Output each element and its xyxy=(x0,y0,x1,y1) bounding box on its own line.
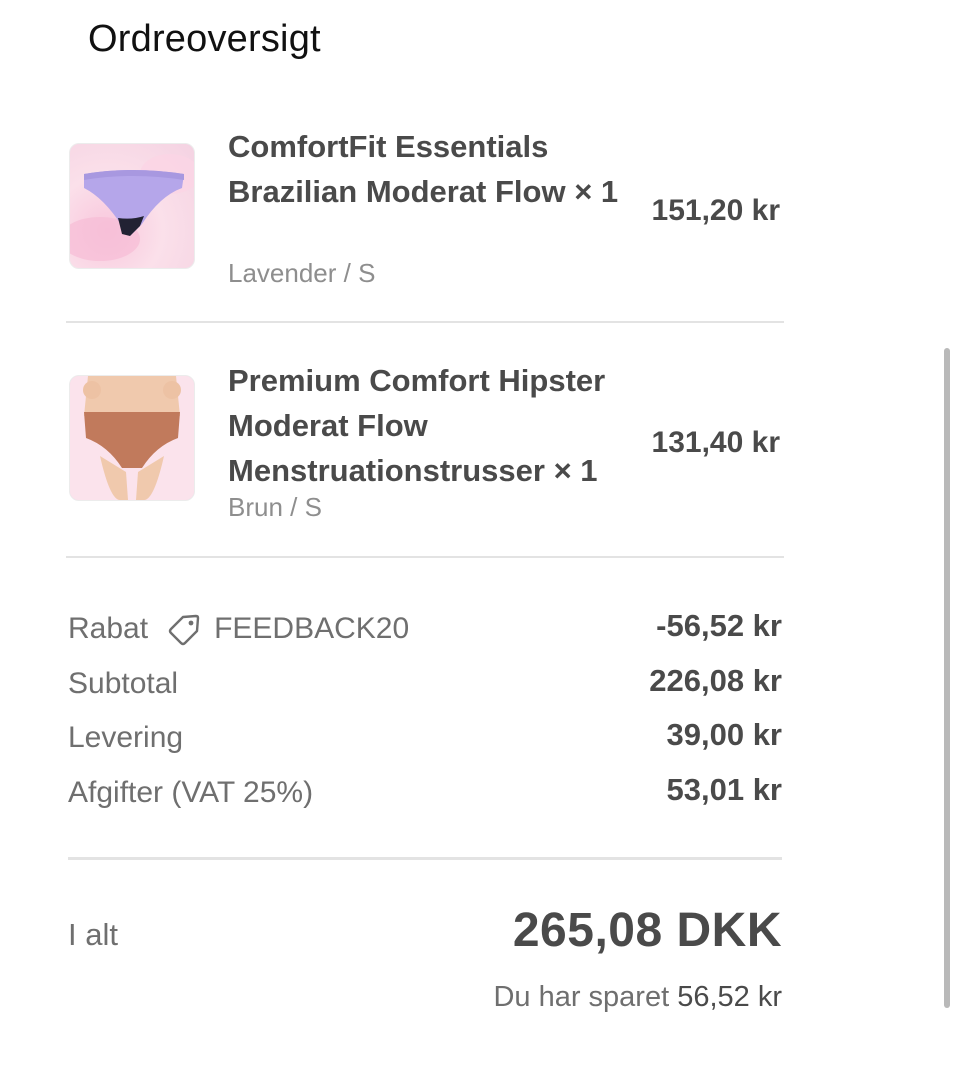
product-name: Premium Comfort Hipster Moderat Flow Men… xyxy=(228,363,606,488)
taxes-value: 53,01 kr xyxy=(666,772,783,807)
product-variant: Brun / S xyxy=(228,492,322,522)
shipping-value: 39,00 kr xyxy=(666,717,783,752)
savings-note: Du har sparet 56,52 kr xyxy=(493,981,782,1014)
taxes-row: Afgifter (VAT 25%) 53,01 kr xyxy=(68,772,782,816)
total-value: 265,08 DKK xyxy=(512,904,782,957)
discount-row: Rabat FEEDBACK20 -56,52 kr xyxy=(68,608,782,652)
total-label: I alt xyxy=(68,917,118,952)
lavender-brief-icon xyxy=(70,154,194,261)
product-thumbnail xyxy=(69,143,195,269)
page-title: Ordreoversigt xyxy=(88,18,321,60)
subtotal-label: Subtotal xyxy=(68,667,179,700)
product-thumbnail xyxy=(69,375,195,501)
product-variant: Lavender / S xyxy=(228,258,376,288)
product-price: 151,20 kr xyxy=(651,194,780,227)
discount-label: Rabat xyxy=(68,612,149,645)
product-name: ComfortFit Essentials Brazilian Moderat … xyxy=(228,129,619,209)
product-price: 131,40 kr xyxy=(651,426,780,459)
shipping-row: Levering 39,00 kr xyxy=(68,717,782,761)
discount-value: -56,52 kr xyxy=(656,608,782,643)
scrollbar[interactable] xyxy=(944,348,950,1008)
subtotal-row: Subtotal 226,08 kr xyxy=(68,663,782,707)
tag-icon xyxy=(168,612,202,646)
shipping-label: Levering xyxy=(68,721,184,754)
brown-hipster-icon xyxy=(70,376,194,500)
savings-amount: 56,52 kr xyxy=(677,981,782,1013)
divider xyxy=(66,556,784,558)
savings-prefix: Du har sparet xyxy=(493,981,670,1013)
order-item: ComfortFit Essentials Brazilian Moderat … xyxy=(66,118,784,322)
subtotal-value: 226,08 kr xyxy=(649,663,782,698)
divider xyxy=(66,321,784,323)
divider xyxy=(68,857,782,860)
discount-code: FEEDBACK20 xyxy=(214,612,410,645)
order-item: Premium Comfort Hipster Moderat Flow Men… xyxy=(66,352,784,558)
taxes-label: Afgifter (VAT 25%) xyxy=(68,776,314,809)
